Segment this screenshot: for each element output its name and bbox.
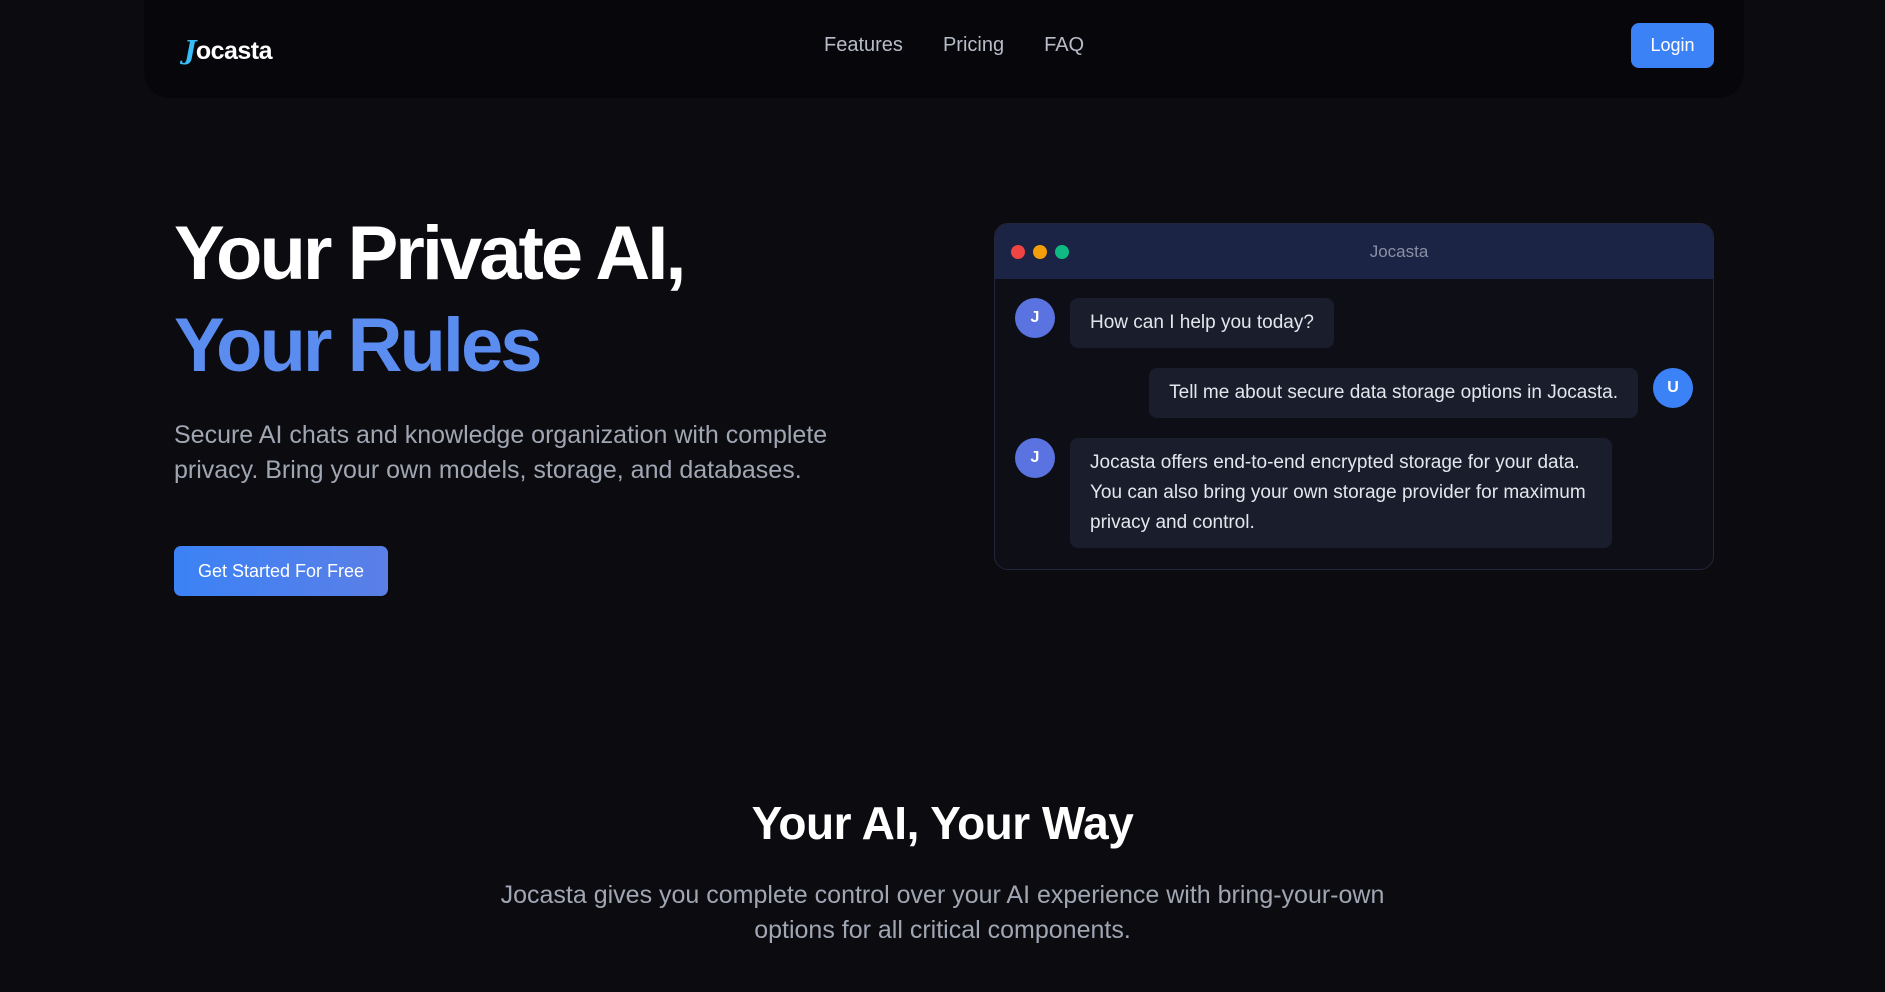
chat-window-title: Jocasta bbox=[1369, 242, 1429, 261]
logo-initial: J bbox=[184, 36, 196, 66]
message-bubble: How can I help you today? bbox=[1070, 298, 1334, 348]
assistant-avatar: J bbox=[1015, 438, 1055, 478]
get-started-button[interactable]: Get Started For Free bbox=[174, 546, 388, 596]
message-bubble: Tell me about secure data storage option… bbox=[1149, 368, 1638, 418]
nav-link-faq[interactable]: FAQ bbox=[1044, 34, 1084, 57]
hero-subtitle: Secure AI chats and knowledge organizati… bbox=[174, 421, 828, 484]
chat-preview-window: Jocasta J How can I help you today? Tell… bbox=[994, 223, 1714, 570]
user-avatar: U bbox=[1653, 368, 1693, 408]
message-bubble: Jocasta offers end-to-end encrypted stor… bbox=[1070, 438, 1612, 548]
landing-page: J ocasta Features Pricing FAQ Login Your… bbox=[0, 0, 1885, 992]
nav-link-features[interactable]: Features bbox=[824, 34, 903, 57]
assistant-avatar: J bbox=[1015, 298, 1055, 338]
login-button[interactable]: Login bbox=[1631, 23, 1714, 68]
section-title: Your AI, Your Way bbox=[751, 797, 1134, 849]
nav-links: Features Pricing FAQ bbox=[824, 34, 1084, 57]
jocasta-logo[interactable]: J ocasta bbox=[184, 36, 273, 66]
hero-title-line2: Your Rules bbox=[174, 303, 543, 388]
user-message: Tell me about secure data storage option… bbox=[1149, 368, 1693, 418]
logo-wordmark: ocasta bbox=[195, 37, 273, 65]
hero-title-line1: Your Private AI, bbox=[174, 211, 686, 296]
chat-titlebar: Jocasta bbox=[995, 224, 1713, 279]
top-navbar: J ocasta Features Pricing FAQ Login bbox=[144, 0, 1744, 98]
hero-title: Your Private AI, Your Rules bbox=[174, 208, 686, 392]
assistant-message: J How can I help you today? bbox=[1015, 298, 1334, 348]
assistant-message: J Jocasta offers end-to-end encrypted st… bbox=[1015, 438, 1612, 548]
nav-link-pricing[interactable]: Pricing bbox=[943, 34, 1004, 57]
section-subtitle: Jocasta gives you complete control over … bbox=[500, 881, 1385, 944]
